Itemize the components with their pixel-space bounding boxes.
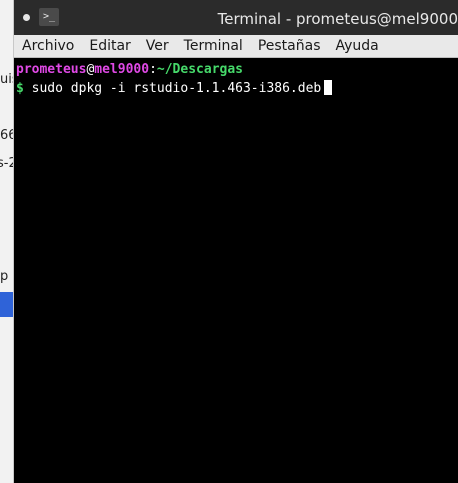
prompt-dollar: $ — [16, 81, 24, 96]
menu-ayuda[interactable]: Ayuda — [328, 36, 386, 56]
background-window: uis 66 s-2 p — [0, 0, 14, 483]
menu-terminal[interactable]: Terminal — [176, 36, 250, 56]
menu-archivo[interactable]: Archivo — [14, 36, 81, 56]
prompt-colon: : — [149, 62, 157, 77]
window-menu-button[interactable] — [17, 8, 35, 26]
window-title: Terminal - prometeus@mel9000 — [217, 10, 458, 28]
window-menu-icon — [22, 13, 30, 21]
background-text: uis — [0, 72, 14, 87]
background-text: 66 — [0, 128, 14, 143]
menu-bar: Archivo Editar Ver Terminal Pestañas Ayu… — [14, 35, 458, 58]
menu-ver[interactable]: Ver — [138, 36, 176, 56]
text-cursor — [324, 80, 333, 95]
menu-editar[interactable]: Editar — [81, 36, 137, 56]
background-text: s-2 — [0, 156, 14, 171]
prompt-line: prometeus@mel9000:~/Descargas — [16, 60, 456, 79]
background-text: p — [0, 269, 9, 284]
terminal-window: >_ Terminal - prometeus@mel9000 Archivo … — [14, 0, 458, 483]
prompt-path: ~/Descargas — [156, 62, 243, 77]
prompt-host: mel9000 — [94, 62, 150, 77]
terminal-app-icon: >_ — [39, 8, 59, 26]
terminal-output[interactable]: prometeus@mel9000:~/Descargas $ sudo dpkg… — [16, 60, 456, 98]
menu-pestanas[interactable]: Pestañas — [250, 36, 328, 56]
command-line[interactable]: $ sudo dpkg -i rstudio-1.1.463-i386.deb — [16, 79, 456, 98]
background-selected-row[interactable] — [0, 292, 14, 317]
prompt-user: prometeus — [16, 62, 87, 77]
command-text: sudo dpkg -i rstudio-1.1.463-i386.deb — [31, 81, 322, 96]
title-bar[interactable]: >_ Terminal - prometeus@mel9000 — [14, 0, 458, 35]
